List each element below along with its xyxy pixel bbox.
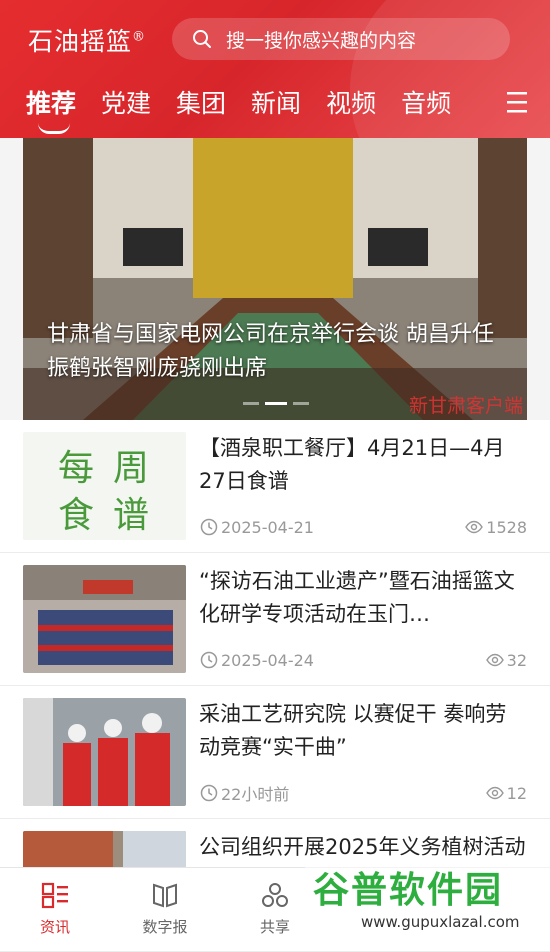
list-item[interactable]: “探访石油工业遗产”暨石油摇篮文化研学专项活动在玉门… 2025-04-24 3… [0, 553, 550, 686]
tab-video[interactable]: 视频 [326, 84, 376, 120]
thumb-char: 谱 [113, 495, 149, 536]
nav-label: 数字报 [142, 918, 188, 936]
headline-banner[interactable]: 甘肃省与国家电网公司在京举行会谈 胡昌升任振鹤张智刚庞骁刚出席 新甘肃客户端 [23, 138, 527, 420]
article-title[interactable]: “探访石油工业遗产”暨石油摇篮文化研学专项活动在玉门… [199, 565, 527, 631]
watermark-text: 谷普软件园 [313, 870, 504, 911]
article-title[interactable]: 采油工艺研究院 以赛促干 奏响劳动竞赛“实干曲” [199, 698, 527, 764]
banner-caption[interactable]: 甘肃省与国家电网公司在京举行会谈 胡昌升任振鹤张智刚庞骁刚出席 [47, 318, 507, 386]
thumbnail-workers [23, 698, 186, 806]
clock-icon [200, 518, 218, 536]
article-date: 22小时前 [221, 785, 290, 804]
thumb-char: 每 [58, 448, 94, 489]
article-date: 2025-04-24 [221, 650, 314, 670]
thumbnail-menu: 每 周 食 谱 [23, 432, 186, 540]
carousel-dots [243, 402, 309, 405]
news-icon [41, 882, 68, 909]
search-icon [193, 30, 211, 48]
eye-icon [465, 520, 484, 534]
source-watermark: 新甘肃客户端 [408, 395, 523, 417]
article-views: 1528 [486, 517, 527, 537]
list-item[interactable]: 采油工艺研究院 以赛促干 奏响劳动竞赛“实干曲” 22小时前 12 [0, 686, 550, 819]
thumb-char: 食 [58, 495, 94, 536]
category-tabs: 推荐 党建 集团 新闻 视频 音频 [26, 84, 476, 134]
app-logo: 石油摇篮® [28, 27, 147, 56]
clock-icon [200, 651, 218, 669]
eye-icon [485, 653, 504, 667]
nav-label: 资讯 [39, 918, 70, 936]
tab-recommend[interactable]: 推荐 [26, 84, 76, 134]
tab-group[interactable]: 集团 [176, 84, 226, 120]
article-meta: 2025-04-21 1528 [200, 516, 527, 538]
search-placeholder[interactable]: 搜一搜你感兴趣的内容 [226, 26, 416, 53]
nav-news[interactable]: 资讯 [0, 868, 110, 941]
tab-party[interactable]: 党建 [101, 84, 151, 120]
search-bar[interactable]: 搜一搜你感兴趣的内容 [172, 18, 510, 60]
thumbnail-event [23, 565, 186, 673]
thumb-char: 周 [113, 448, 149, 489]
carousel-dot[interactable] [243, 402, 259, 405]
nav-digital-paper[interactable]: 数字报 [110, 868, 220, 941]
article-meta: 22小时前 12 [200, 782, 527, 804]
top-header: 石油摇篮® 搜一搜你感兴趣的内容 推荐 党建 集团 新闻 视频 音频 [0, 0, 550, 138]
share-icon [262, 883, 288, 907]
clock-icon [200, 784, 218, 802]
article-title[interactable]: 【酒泉职工餐厅】4月21日—4月27日食谱 [199, 432, 527, 498]
carousel-dot-active[interactable] [265, 402, 287, 405]
carousel-dot[interactable] [293, 402, 309, 405]
article-meta: 2025-04-24 32 [200, 649, 527, 671]
watermark-url: www.gupuxlazal.com [361, 913, 520, 931]
list-item[interactable]: 每 周 食 谱 【酒泉职工餐厅】4月21日—4月27日食谱 2025-04-21… [0, 420, 550, 553]
eye-icon [485, 786, 504, 800]
site-watermark: 谷普软件园 www.gupuxlazal.com [305, 855, 550, 940]
newspaper-icon [153, 883, 177, 908]
tab-news[interactable]: 新闻 [251, 84, 301, 120]
tab-audio[interactable]: 音频 [401, 84, 451, 120]
article-date: 2025-04-21 [221, 517, 314, 537]
menu-icon[interactable] [504, 90, 530, 114]
article-views: 32 [506, 650, 527, 670]
nav-label: 共享 [259, 918, 290, 936]
article-views: 12 [506, 783, 527, 803]
